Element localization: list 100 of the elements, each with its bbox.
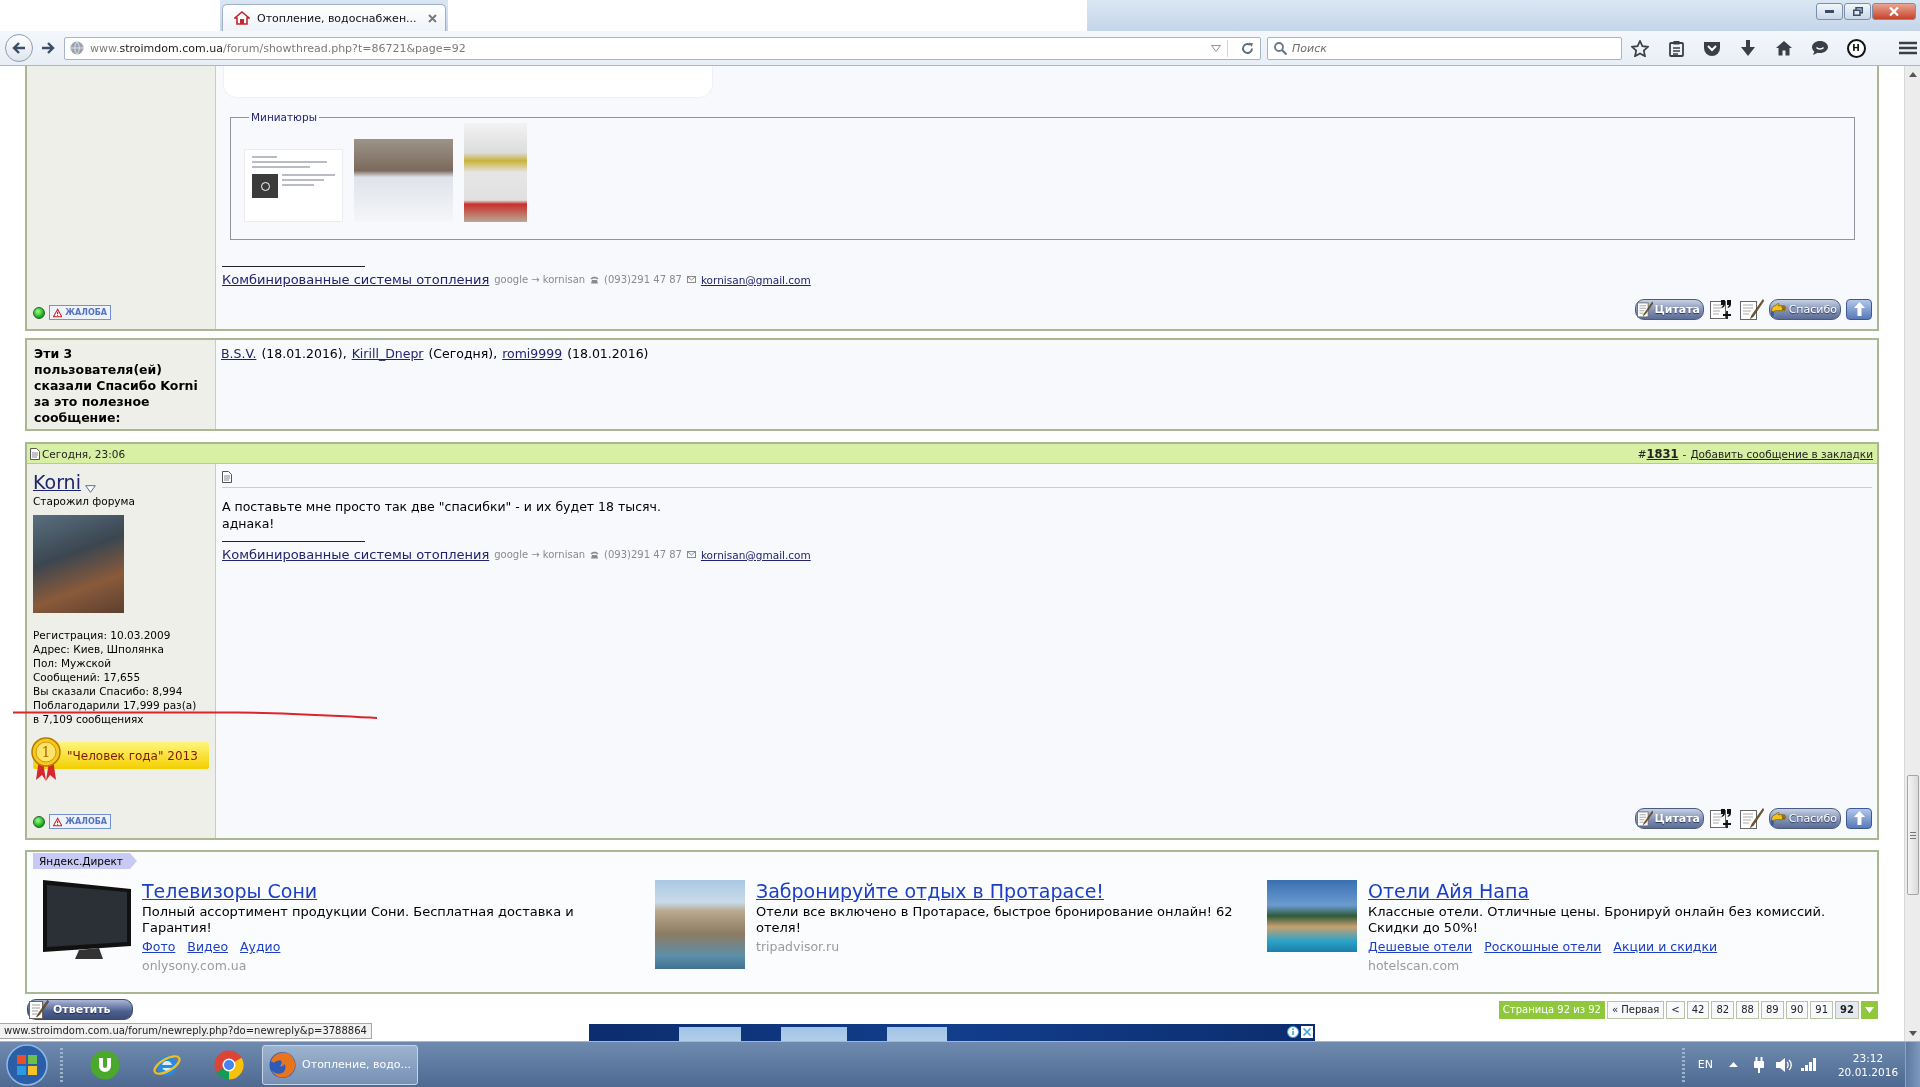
ad-link[interactable]: Видео <box>187 939 229 955</box>
download-icon[interactable] <box>1741 40 1755 56</box>
phone-icon <box>590 550 600 559</box>
caret-down-icon[interactable] <box>84 485 96 493</box>
minimize-button[interactable] <box>1816 3 1843 20</box>
ad-title-link[interactable]: Забронируйте отдых в Протарасе! <box>756 880 1104 902</box>
document-pen-icon <box>1739 807 1764 829</box>
multi-quote-button[interactable] <box>1709 807 1734 829</box>
menu-icon[interactable] <box>1899 41 1917 55</box>
page-link[interactable]: 82 <box>1711 1000 1735 1019</box>
username-link[interactable]: Kirill_Dnepr <box>351 346 424 361</box>
scroll-top-button[interactable] <box>1846 298 1872 320</box>
bookmark-link[interactable]: Добавить сообщение в закладки <box>1690 447 1873 460</box>
photo-thumbnail[interactable] <box>354 139 453 222</box>
edit-button[interactable] <box>1739 298 1764 320</box>
ad-domain: tripadvisor.ru <box>756 939 840 955</box>
previous-page-link[interactable]: < <box>1666 1000 1685 1019</box>
username-link[interactable]: B.S.V. <box>221 346 257 361</box>
screenshot-thumbnail-drawing[interactable] <box>244 149 343 222</box>
scrollbar-thumb[interactable] <box>1906 775 1919 895</box>
post-number-link[interactable]: #1831 <box>1637 446 1679 461</box>
user-stat: Адрес: Киев, Шполянка <box>33 642 165 656</box>
browser-tab[interactable]: Отопление, водоснабжен... <box>222 4 446 31</box>
scroll-down-icon[interactable] <box>1908 1031 1917 1036</box>
chevron-shield-icon[interactable] <box>1703 40 1721 56</box>
close-icon <box>1889 7 1899 16</box>
address-field[interactable]: www.stroimdom.com.ua/forum/showthread.php?t=86721&page=92 <box>64 36 1261 60</box>
plug-icon[interactable] <box>1752 1056 1765 1073</box>
back-button[interactable] <box>5 34 33 62</box>
document-pen-icon <box>1637 299 1654 319</box>
minimize-icon <box>1825 10 1834 13</box>
clock-date: 20.01.2016 <box>1837 1064 1899 1079</box>
ad-link[interactable]: Роскошные отели <box>1484 939 1602 955</box>
page-link[interactable]: 91 <box>1810 1000 1834 1019</box>
photo-thumbnail[interactable] <box>464 123 527 222</box>
first-page-link[interactable]: « Первая <box>1606 1000 1665 1019</box>
house-icon <box>234 11 250 25</box>
restore-button[interactable] <box>1844 3 1871 20</box>
envelope-icon <box>686 551 696 558</box>
report-button[interactable]: ЖАЛОБА <box>49 814 111 829</box>
ad-link[interactable]: Фото <box>142 939 176 955</box>
page-link[interactable]: 42 <box>1686 1000 1710 1019</box>
thanks-date: (Сегодня), <box>428 346 498 361</box>
addon-button[interactable]: H <box>1846 38 1866 58</box>
start-button[interactable] <box>6 1043 48 1086</box>
email-link[interactable]: kornisan@gmail.com <box>700 548 811 561</box>
wheel-logo-icon <box>214 1049 244 1080</box>
page-link[interactable]: 89 <box>1760 1000 1784 1019</box>
username-link[interactable]: romi9999 <box>502 346 563 361</box>
report-button[interactable]: ЖАЛОБА <box>49 305 111 320</box>
document-icon <box>30 447 40 460</box>
document-pen-icon <box>1637 808 1654 828</box>
user-stat: Сообщений: 17,655 <box>33 670 142 684</box>
arrow-up-icon <box>1853 302 1865 316</box>
search-field[interactable]: Поиск <box>1267 36 1622 60</box>
arrow-left-icon <box>12 42 26 54</box>
user-stat: Регистрация: 10.03.2009 <box>33 628 172 642</box>
info-icon[interactable] <box>1287 1026 1299 1038</box>
clock-time: 23:12 <box>1852 1050 1884 1065</box>
thanks-date: (18.01.2016), <box>261 346 347 361</box>
post-message: А поставьте мне просто так две "спасибки" - и их будет 18 тысяч. аднака! <box>222 498 662 532</box>
phone-number: (093)291 47 87 <box>604 549 682 560</box>
document-pen-icon <box>1739 298 1764 320</box>
scroll-up-icon[interactable] <box>1908 72 1917 77</box>
home-icon[interactable] <box>1775 40 1793 56</box>
ad-link[interactable]: Акции и скидки <box>1613 939 1718 955</box>
scroll-top-button[interactable] <box>1846 807 1872 829</box>
close-button[interactable] <box>1872 3 1916 20</box>
page-link[interactable]: 92 <box>1835 1000 1859 1019</box>
ad-title-link[interactable]: Телевизоры Сони <box>142 880 318 902</box>
ad-description: Классные отели. Отличные цены. Бронируй онлайн без комиссий. Скидки до 50%! <box>1368 904 1827 936</box>
reply-button[interactable]: Ответить <box>27 999 133 1020</box>
status-url: www.stroimdom.com.ua/forum/newreply.php?do=newreply&p=3788864 <box>0 1023 372 1039</box>
contact-text: google → kornisan <box>494 549 586 560</box>
ad-title-link[interactable]: Отели Айя Напа <box>1368 880 1530 902</box>
bookmark-star-icon[interactable] <box>1631 39 1649 57</box>
ad-link[interactable]: Аудио <box>240 939 281 955</box>
u-logo-icon <box>90 1049 120 1080</box>
page-link[interactable]: 88 <box>1736 1000 1759 1019</box>
multi-quote-button[interactable] <box>1709 298 1734 320</box>
page-link[interactable]: 90 <box>1785 1000 1809 1019</box>
search-icon <box>1274 41 1287 55</box>
email-link[interactable]: kornisan@gmail.com <box>700 273 811 286</box>
ad-link[interactable]: Дешевые отели <box>1368 939 1473 955</box>
signal-bars-icon[interactable] <box>1800 1058 1817 1071</box>
chevron-up-icon[interactable] <box>1729 1062 1738 1067</box>
close-icon[interactable] <box>428 13 437 23</box>
dropdown-icon[interactable] <box>1211 44 1221 52</box>
chat-icon[interactable] <box>1811 40 1829 56</box>
username-link[interactable]: Korni <box>33 471 81 493</box>
ad-domain: onlysony.com.ua <box>142 958 247 974</box>
user-stat: Поблагодарили 17,999 раз(а) <box>33 698 198 712</box>
page-count-label: Страница 92 из 92 <box>1498 1000 1605 1019</box>
speaker-icon[interactable] <box>1775 1057 1792 1072</box>
user-stat: в 7,109 сообщениях <box>33 712 145 726</box>
signature-link[interactable]: Комбинированные системы отопления <box>222 272 490 287</box>
edit-button[interactable] <box>1739 807 1764 829</box>
signature-link[interactable]: Комбинированные системы отопления <box>222 547 490 562</box>
clipboard-icon[interactable] <box>1668 39 1684 57</box>
ad-description: Отели все включено в Протарасе, быстрое бронирование онлайн! 62 отеля! <box>756 904 1234 936</box>
